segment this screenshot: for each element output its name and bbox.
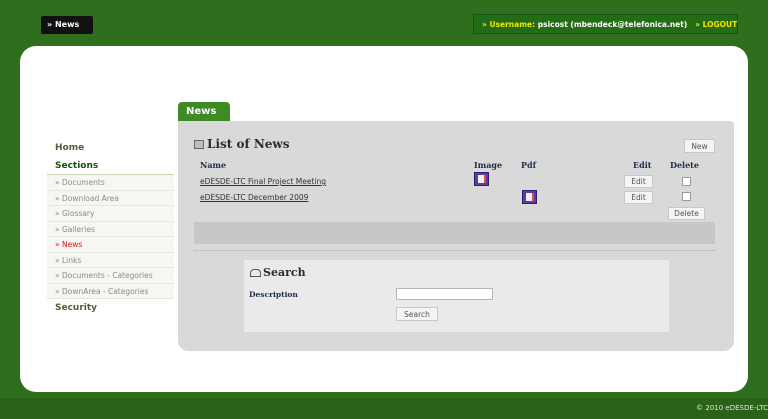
- username-text: psicost (mbendeck@telefonica.net): [537, 20, 688, 29]
- logout-link[interactable]: » LOGOUT: [695, 20, 737, 29]
- sidebar-item-documents-categories[interactable]: » Documents - Categories: [47, 268, 174, 284]
- delete-checkbox-1[interactable]: [682, 177, 691, 186]
- pdf-file-icon[interactable]: [522, 190, 537, 204]
- sidebar-item-downarea-categories[interactable]: » DownArea - Categories: [47, 283, 174, 299]
- column-header-image: Image: [474, 160, 503, 170]
- delete-checkbox-2[interactable]: [682, 192, 691, 201]
- column-header-name: Name: [200, 160, 227, 170]
- username-prefix: » Username:: [482, 20, 536, 29]
- search-title: Search: [250, 266, 306, 279]
- list-title-text: List of News: [207, 137, 290, 151]
- folder-open-icon: [250, 269, 261, 277]
- divider: [194, 250, 715, 251]
- footer: © 2010 eDESDE-LTC: [0, 398, 768, 419]
- search-button[interactable]: Search: [396, 307, 438, 321]
- sidebar-item-home[interactable]: Home: [47, 139, 174, 157]
- list-title: List of News: [194, 137, 290, 151]
- edit-button-2[interactable]: Edit: [624, 191, 653, 204]
- sidebar-item-glossary[interactable]: » Glossary: [47, 206, 174, 222]
- news-row-link-2[interactable]: eDESDE-LTC December 2009: [200, 193, 308, 202]
- sidebar-item-documents[interactable]: » Documents: [47, 175, 174, 191]
- tab-news[interactable]: News: [178, 102, 230, 122]
- list-icon: [194, 140, 204, 149]
- image-file-icon[interactable]: [474, 172, 489, 186]
- sidebar: Home Sections » Documents » Download Are…: [47, 139, 174, 317]
- news-row-link-1[interactable]: eDESDE-LTC Final Project Meeting: [200, 177, 326, 186]
- column-header-pdf: Pdf: [521, 160, 537, 170]
- copyright-text: © 2010 eDESDE-LTC: [696, 404, 768, 412]
- sidebar-item-download-area[interactable]: » Download Area: [47, 190, 174, 206]
- column-header-delete: Delete: [670, 160, 699, 170]
- new-button[interactable]: New: [684, 139, 715, 153]
- list-footer-band: [194, 222, 715, 244]
- delete-button[interactable]: Delete: [668, 207, 705, 220]
- description-input[interactable]: [396, 288, 493, 300]
- edit-button-1[interactable]: Edit: [624, 175, 653, 188]
- sidebar-item-links[interactable]: » Links: [47, 252, 174, 268]
- column-header-edit: Edit: [633, 160, 652, 170]
- description-label: Description: [249, 290, 298, 299]
- user-bar: » Username: psicost (mbendeck@telefonica…: [473, 14, 738, 34]
- search-title-text: Search: [263, 266, 306, 279]
- sidebar-item-security[interactable]: Security: [47, 299, 174, 317]
- sidebar-item-sections[interactable]: Sections: [47, 157, 174, 175]
- sidebar-item-galleries[interactable]: » Galleries: [47, 221, 174, 237]
- sidebar-item-news[interactable]: » News: [47, 237, 174, 253]
- breadcrumb-news: » News: [41, 16, 93, 34]
